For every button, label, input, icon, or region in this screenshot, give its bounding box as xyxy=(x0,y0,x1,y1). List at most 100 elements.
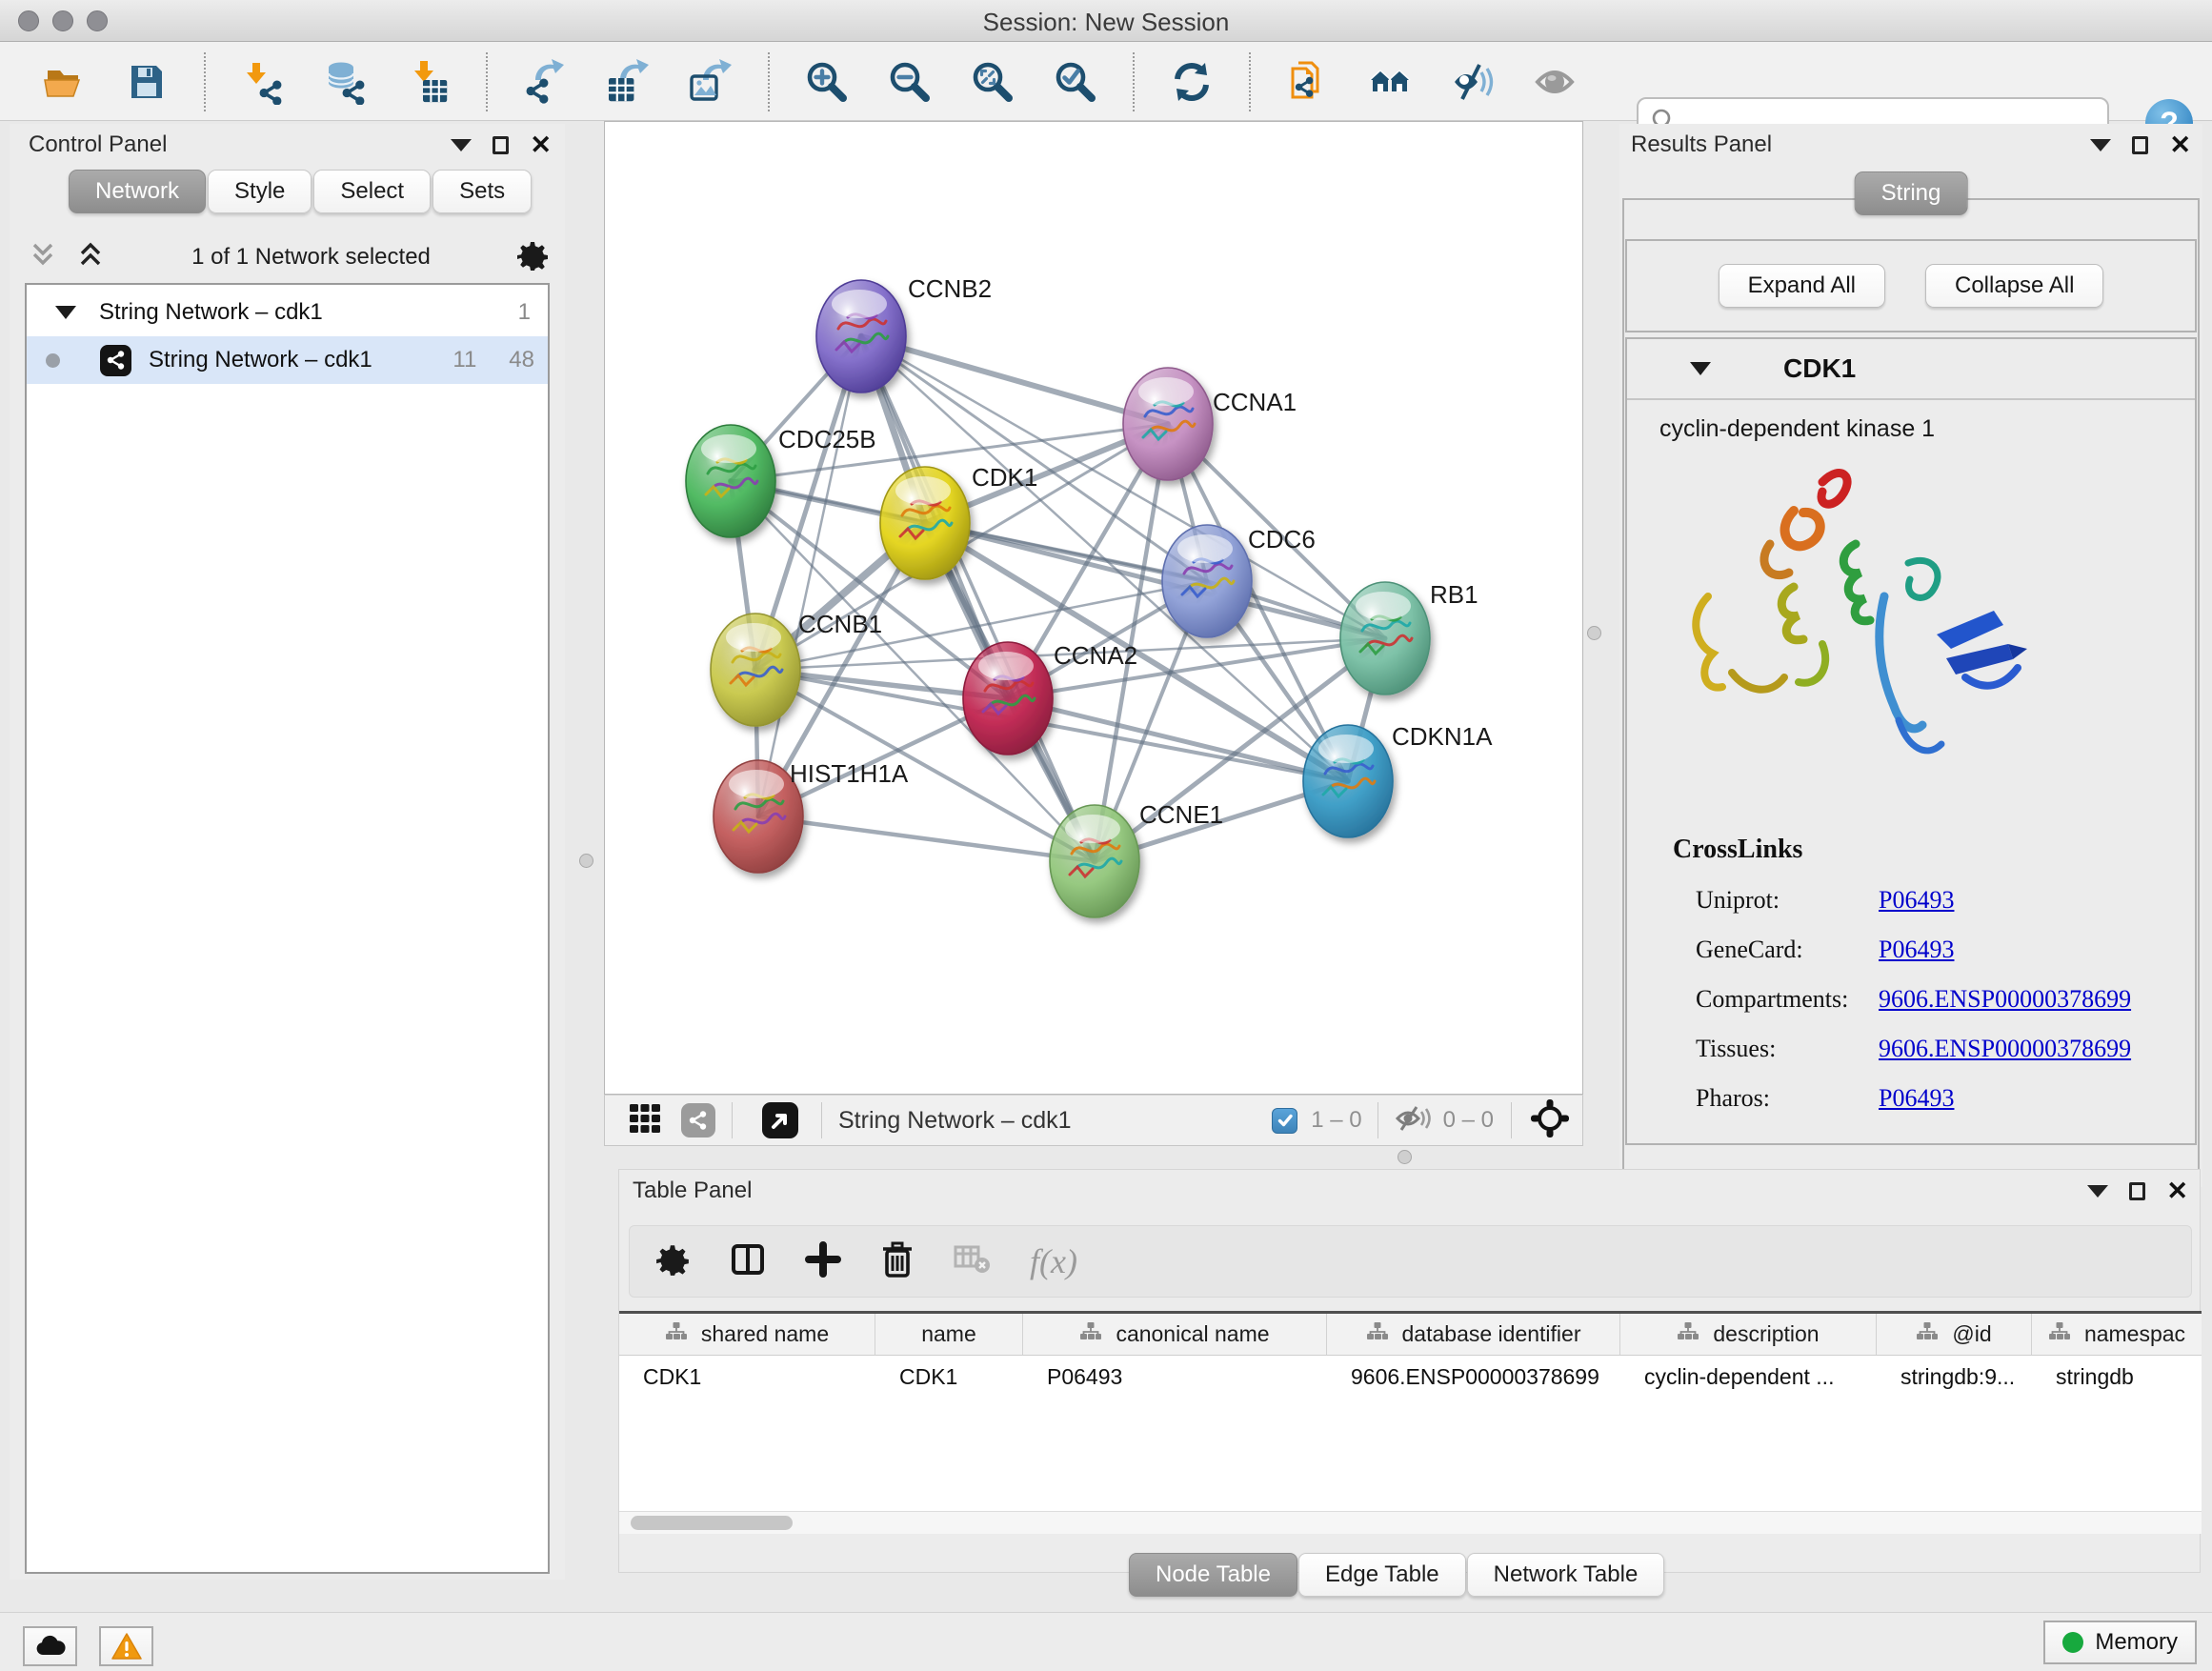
cell-id[interactable]: stringdb:9... xyxy=(1877,1356,2032,1398)
tab-network-table[interactable]: Network Table xyxy=(1467,1553,1665,1597)
zoom-out-icon[interactable] xyxy=(884,56,935,108)
cloud-status-button[interactable] xyxy=(23,1626,77,1666)
gene-expander-icon[interactable] xyxy=(1690,362,1711,375)
network-list: String Network – cdk1 1 String Network –… xyxy=(25,283,550,1574)
horizontal-scrollbar[interactable] xyxy=(619,1511,2202,1534)
network-node-CCNB1[interactable] xyxy=(711,614,800,726)
network-node-count: 11 xyxy=(452,347,476,373)
table-panel-title: Table Panel xyxy=(633,1178,752,1204)
network-edge-HIST1H1A-CCNE1[interactable] xyxy=(758,816,1095,861)
gear-icon[interactable] xyxy=(515,238,550,277)
crosslink-label: Tissues: xyxy=(1696,1035,1879,1063)
expand-all-button[interactable]: Expand All xyxy=(1719,264,1885,308)
network-edge-CCNB2-HIST1H1A[interactable] xyxy=(758,336,861,816)
zoom-in-icon[interactable] xyxy=(801,56,853,108)
add-column-icon[interactable] xyxy=(805,1241,841,1282)
export-table-icon[interactable] xyxy=(602,56,654,108)
import-table-file-icon[interactable] xyxy=(403,56,454,108)
table-row[interactable]: CDK1 CDK1 P06493 9606.ENSP00000378699 cy… xyxy=(619,1356,2202,1398)
export-network-icon[interactable] xyxy=(519,56,571,108)
left-splitter-handle[interactable] xyxy=(579,854,593,868)
cell-canonical-name[interactable]: P06493 xyxy=(1023,1356,1327,1398)
open-session-icon[interactable] xyxy=(38,56,90,108)
tab-string-results[interactable]: String xyxy=(1855,171,1968,215)
export-image-icon[interactable] xyxy=(685,56,736,108)
show-columns-icon[interactable] xyxy=(729,1240,767,1283)
hide-graphics-details-icon[interactable] xyxy=(1448,56,1499,108)
network-node-CCNB2[interactable] xyxy=(816,280,906,393)
save-session-icon[interactable] xyxy=(121,56,172,108)
collection-expander-icon[interactable] xyxy=(55,306,76,319)
refresh-icon[interactable] xyxy=(1166,56,1217,108)
crosslink-link[interactable]: 9606.ENSP00000378699 xyxy=(1879,985,2131,1014)
home-legacy-icon[interactable] xyxy=(1365,56,1417,108)
network-node-CCNA2[interactable] xyxy=(963,642,1053,755)
delete-table-icon xyxy=(954,1243,992,1280)
cell-name[interactable]: CDK1 xyxy=(875,1356,1023,1398)
collapse-all-networks-icon[interactable] xyxy=(74,239,107,276)
selected-indicator-checkbox[interactable] xyxy=(1272,1108,1297,1134)
column-header-label: canonical name xyxy=(1116,1321,1269,1347)
tab-edge-table[interactable]: Edge Table xyxy=(1298,1553,1466,1597)
network-label: String Network – cdk1 xyxy=(149,347,372,373)
panel-close-icon[interactable]: ✕ xyxy=(530,132,552,158)
cell-database-identifier[interactable]: 9606.ENSP00000378699 xyxy=(1327,1356,1620,1398)
table-header-row[interactable]: shared name name canonical name database… xyxy=(619,1314,2202,1356)
show-graphics-details-icon[interactable] xyxy=(1531,56,1582,108)
grid-view-icon[interactable] xyxy=(628,1101,662,1140)
string-import-icon[interactable] xyxy=(1282,56,1334,108)
crosslink-link[interactable]: P06493 xyxy=(1879,886,1954,915)
cell-description[interactable]: cyclin-dependent ... xyxy=(1620,1356,1877,1398)
network-node-RB1[interactable] xyxy=(1340,582,1430,695)
zoom-fit-icon[interactable] xyxy=(967,56,1018,108)
tab-sets[interactable]: Sets xyxy=(432,170,532,213)
network-collection-row[interactable]: String Network – cdk1 1 xyxy=(27,289,548,336)
warning-status-button[interactable] xyxy=(99,1626,153,1666)
network-node-CCNE1[interactable] xyxy=(1050,805,1139,917)
collapse-all-button[interactable]: Collapse All xyxy=(1925,264,2103,308)
tab-style[interactable]: Style xyxy=(208,170,312,213)
zoom-selected-icon[interactable] xyxy=(1050,56,1101,108)
column-type-icon xyxy=(665,1321,688,1348)
bottom-splitter-handle[interactable] xyxy=(1398,1150,1412,1164)
panel-menu-icon[interactable] xyxy=(2090,139,2111,151)
crosslink-link[interactable]: 9606.ENSP00000378699 xyxy=(1879,1035,2131,1063)
network-view-canvas[interactable]: CCNB2CCNA1CDC25BCDK1CDC6RB1CCNB1CCNA2CDK… xyxy=(604,121,1583,1095)
network-edge-CDK1-RB1[interactable] xyxy=(925,523,1385,638)
network-edge-CCNB2-CCNA1[interactable] xyxy=(861,336,1168,424)
network-share-view-icon[interactable] xyxy=(681,1103,715,1137)
tab-node-table[interactable]: Node Table xyxy=(1129,1553,1297,1597)
import-network-file-icon[interactable] xyxy=(237,56,289,108)
panel-menu-icon[interactable] xyxy=(451,139,472,151)
panel-close-icon[interactable]: ✕ xyxy=(2166,1178,2188,1204)
crosslink-link[interactable]: P06493 xyxy=(1879,936,1954,964)
panel-float-icon[interactable] xyxy=(2129,1182,2145,1200)
table-settings-gear-icon[interactable] xyxy=(654,1241,691,1282)
tab-select[interactable]: Select xyxy=(313,170,431,213)
detach-view-icon[interactable] xyxy=(762,1102,798,1138)
memory-button[interactable]: Memory xyxy=(2043,1621,2197,1664)
birdseye-target-icon[interactable] xyxy=(1529,1097,1571,1144)
column-type-icon xyxy=(2048,1321,2071,1348)
scrollbar-thumb[interactable] xyxy=(631,1516,793,1530)
network-row[interactable]: String Network – cdk1 11 48 xyxy=(27,336,548,384)
network-node-CDKN1A[interactable] xyxy=(1303,725,1393,837)
cell-namespace[interactable]: stringdb xyxy=(2032,1356,2202,1398)
column-type-icon xyxy=(1677,1321,1699,1348)
crosslink-link[interactable]: P06493 xyxy=(1879,1084,1954,1113)
panel-float-icon[interactable] xyxy=(2132,136,2148,154)
expand-all-networks-icon[interactable] xyxy=(27,239,59,276)
network-node-CDC25B[interactable] xyxy=(686,425,775,537)
tab-network[interactable]: Network xyxy=(69,170,206,213)
network-node-CDC6[interactable] xyxy=(1162,525,1252,637)
network-node-CCNA1[interactable] xyxy=(1123,368,1213,480)
cell-shared-name[interactable]: CDK1 xyxy=(619,1356,875,1398)
gene-card-header[interactable]: CDK1 xyxy=(1627,339,2195,400)
panel-close-icon[interactable]: ✕ xyxy=(2169,132,2191,158)
panel-menu-icon[interactable] xyxy=(2087,1185,2108,1198)
import-network-database-icon[interactable] xyxy=(320,56,372,108)
right-splitter-handle[interactable] xyxy=(1587,626,1601,640)
delete-column-trash-icon[interactable] xyxy=(879,1240,915,1283)
network-node-CDK1[interactable] xyxy=(880,467,970,579)
panel-float-icon[interactable] xyxy=(493,136,509,154)
